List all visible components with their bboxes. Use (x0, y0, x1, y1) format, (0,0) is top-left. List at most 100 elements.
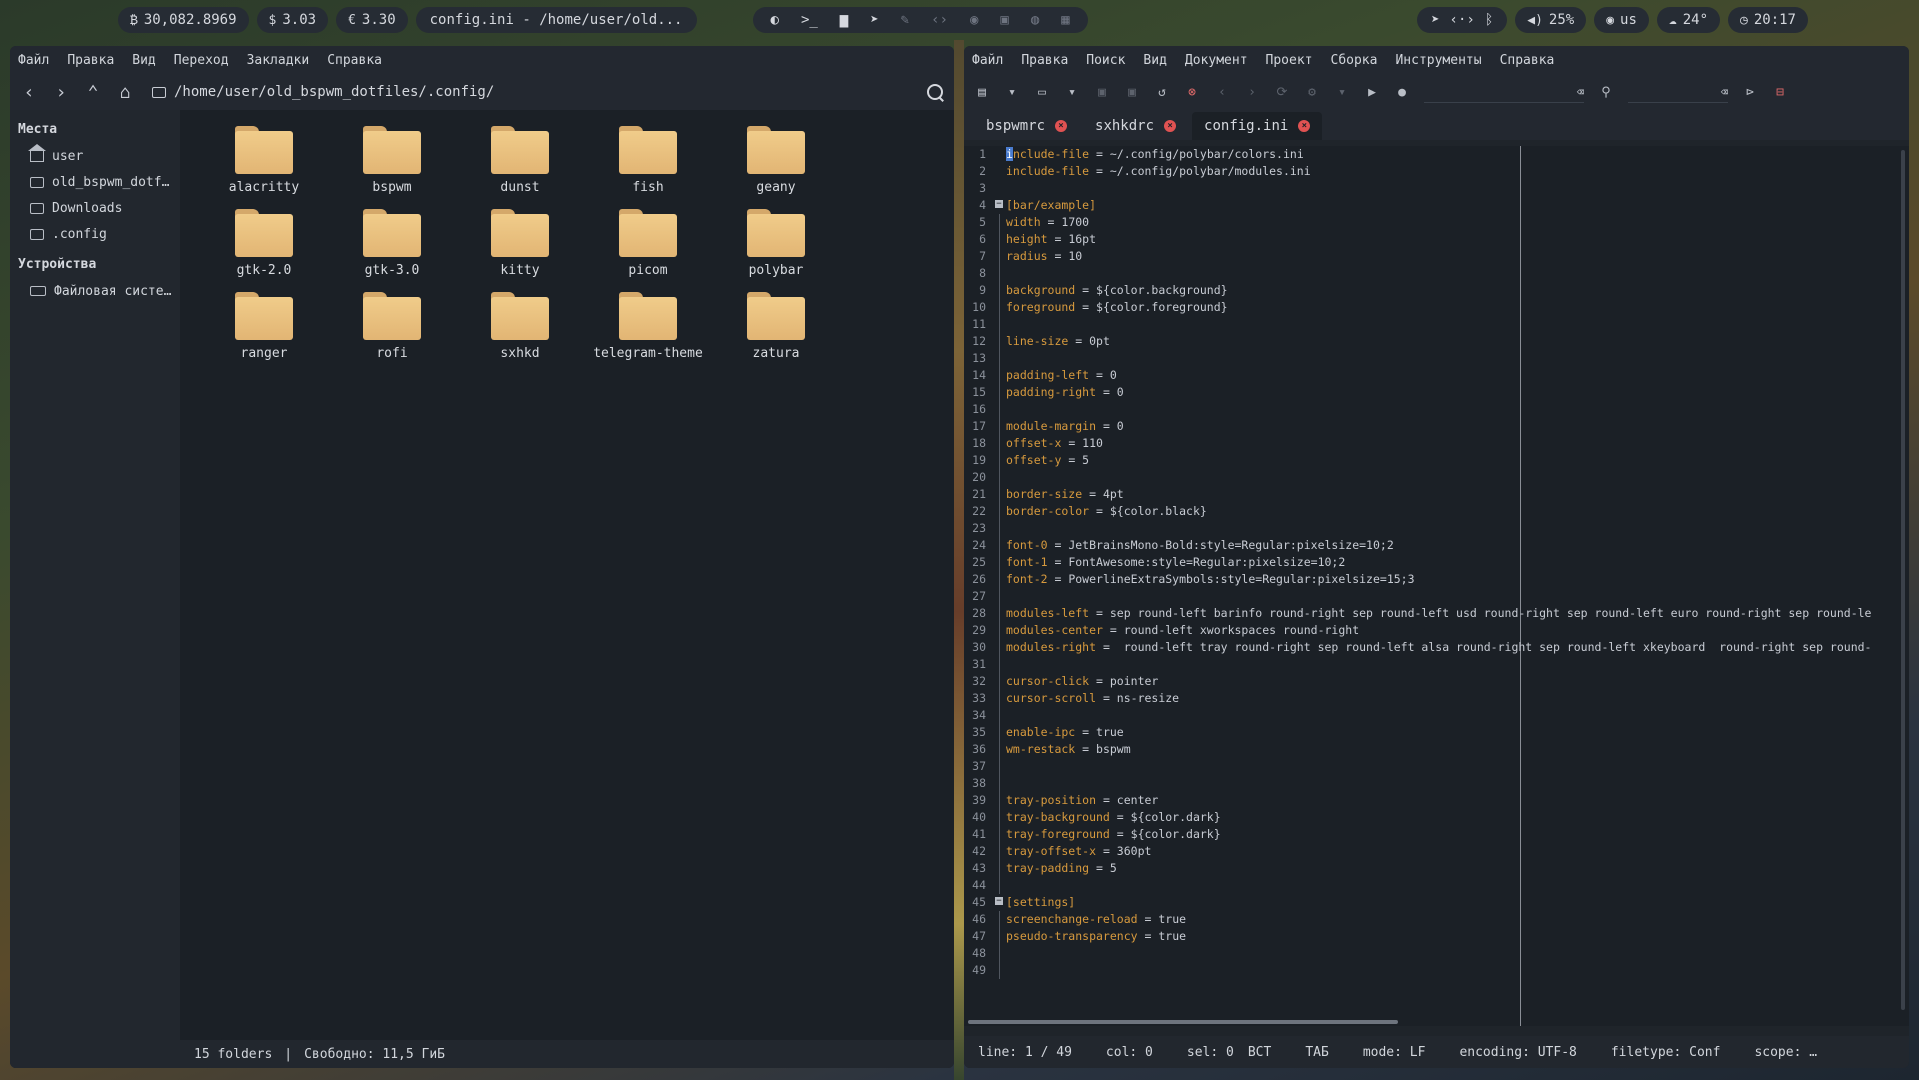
telegram-icon[interactable]: ➤ (870, 12, 878, 28)
eur-widget[interactable]: €3.30 (336, 7, 408, 33)
folder-item[interactable]: picom (584, 209, 712, 278)
run-icon[interactable]: ▶ (1364, 85, 1380, 100)
folder-item[interactable]: gtk-3.0 (328, 209, 456, 278)
github-icon[interactable]: ◉ (970, 12, 978, 28)
tab-sxhkdrc[interactable]: sxhkdrc × (1083, 112, 1188, 140)
fm-menu-file[interactable]: Файл (18, 53, 49, 68)
folder-item[interactable]: kitty (456, 209, 584, 278)
status-scope: scope: … (1754, 1044, 1818, 1060)
telegram-tray-icon[interactable]: ➤ (1431, 12, 1439, 28)
close-tab-icon[interactable]: × (1055, 120, 1068, 132)
ed-menu-project[interactable]: Проект (1266, 53, 1313, 68)
folder-item[interactable]: geany (712, 126, 840, 195)
ed-menu-search[interactable]: Поиск (1086, 53, 1125, 68)
build-icon[interactable]: ⚙ (1304, 85, 1320, 100)
folder-icon (491, 209, 549, 257)
weather-widget[interactable]: ☁ 24° (1656, 7, 1721, 33)
vertical-scrollbar[interactable] (1901, 150, 1905, 1010)
folder-item[interactable]: zatura (712, 292, 840, 361)
bluetooth-icon[interactable]: ᛒ (1485, 12, 1493, 28)
ed-menu-view[interactable]: Вид (1143, 53, 1166, 68)
folder-item[interactable]: dunst (456, 126, 584, 195)
app-icon[interactable]: ▣ (1000, 12, 1008, 28)
revert-icon[interactable]: ↺ (1154, 85, 1170, 100)
ed-menu-build[interactable]: Сборка (1331, 53, 1378, 68)
search-field[interactable]: ⌫ (1424, 81, 1584, 103)
back-icon[interactable]: ‹ (1214, 85, 1230, 100)
ed-menu-edit[interactable]: Правка (1021, 53, 1068, 68)
goto-line-field[interactable]: ⌫ (1628, 81, 1728, 103)
forward-icon[interactable]: › (52, 82, 70, 103)
code-area[interactable]: 1 include-file = ~/.config/polybar/colors… (964, 146, 1909, 1026)
folder-item[interactable]: sxhkd (456, 292, 584, 361)
location-bar[interactable]: /home/user/old_bspwm_dotfiles/.config/ (148, 78, 912, 106)
save-icon[interactable]: ▣ (1094, 85, 1110, 100)
folder-item[interactable]: polybar (712, 209, 840, 278)
save-all-icon[interactable]: ▣ (1124, 85, 1140, 100)
btc-widget[interactable]: ₿ 30,082.8969 (118, 7, 249, 33)
terminal-icon[interactable]: >_ (801, 12, 818, 28)
folder-item[interactable]: alacritty (200, 126, 328, 195)
window-title-text: config.ini - /home/user/old... (429, 12, 683, 28)
fm-menu-help[interactable]: Справка (327, 53, 382, 68)
sidebar-item-user[interactable]: user (10, 143, 180, 169)
clock-widget[interactable]: ◷ 20:17 (1728, 7, 1808, 33)
chevron-down-icon[interactable]: ▾ (1004, 85, 1020, 100)
chevron-down-icon[interactable]: ▾ (1064, 85, 1080, 100)
sidebar-item-filesystem[interactable]: Файловая систе… (10, 278, 180, 304)
jump-icon[interactable]: ⊳ (1742, 85, 1758, 100)
volume-widget[interactable]: ◀) 25% (1515, 7, 1587, 33)
ed-menu-tools[interactable]: Инструменты (1395, 53, 1481, 68)
close-icon[interactable]: ⊗ (1184, 85, 1200, 100)
fold-marker[interactable] (992, 894, 1006, 911)
search-icon[interactable] (926, 83, 944, 101)
fold-marker[interactable] (992, 197, 1006, 214)
home-icon[interactable]: ⌂ (116, 82, 134, 103)
folder-item[interactable]: fish (584, 126, 712, 195)
ed-menu-file[interactable]: Файл (972, 53, 1003, 68)
usd-widget[interactable]: $3.03 (256, 7, 329, 33)
sidebar-item-config[interactable]: .config (10, 221, 180, 247)
close-tab-icon[interactable]: × (1298, 120, 1311, 132)
code-icon[interactable]: ‹› (931, 12, 948, 28)
settings-icon[interactable]: ◍ (1031, 12, 1039, 28)
tab-bspwmrc[interactable]: bspwmrc × (974, 112, 1079, 140)
ed-menu-help[interactable]: Справка (1500, 53, 1555, 68)
network-icon[interactable]: ‹·› (1450, 12, 1475, 28)
keyboard-layout-widget[interactable]: ◉ us (1594, 7, 1649, 33)
fm-menu-edit[interactable]: Правка (67, 53, 114, 68)
folder-name: kitty (500, 263, 540, 278)
calculator-icon[interactable]: ▦ (1061, 12, 1069, 28)
folder-item[interactable]: gtk-2.0 (200, 209, 328, 278)
close-tab-icon[interactable]: × (1164, 120, 1177, 132)
folder-item[interactable]: rofi (328, 292, 456, 361)
fm-menu-go[interactable]: Переход (174, 53, 229, 68)
brush-icon[interactable]: ✎ (901, 12, 909, 28)
horizontal-scrollbar[interactable] (968, 1020, 1398, 1024)
clock-icon: ◷ (1740, 12, 1748, 28)
new-file-icon[interactable]: ▤ (974, 85, 990, 100)
open-folder-icon[interactable]: ▭ (1034, 85, 1050, 100)
search-icon[interactable]: ⚲ (1598, 85, 1614, 100)
forward-icon[interactable]: › (1244, 85, 1260, 100)
folder-item[interactable]: ranger (200, 292, 328, 361)
back-icon[interactable]: ‹ (20, 82, 38, 103)
quit-icon[interactable]: ⊟ (1772, 85, 1788, 100)
fm-menu-bookmarks[interactable]: Закладки (247, 53, 310, 68)
sidebar-item-downloads[interactable]: Downloads (10, 195, 180, 221)
compile-icon[interactable]: ⟳ (1274, 85, 1290, 100)
ed-menu-document[interactable]: Документ (1185, 53, 1248, 68)
clear-icon[interactable]: ⌫ (1721, 85, 1728, 99)
sidebar-item-dotfiles[interactable]: old_bspwm_dotf… (10, 169, 180, 195)
fm-menu-view[interactable]: Вид (132, 53, 155, 68)
chevron-down-icon[interactable]: ▾ (1334, 85, 1350, 100)
up-icon[interactable]: ⌃ (84, 82, 102, 103)
places-heading: Места (18, 122, 58, 137)
color-picker-icon[interactable]: ● (1394, 85, 1410, 100)
clear-icon[interactable]: ⌫ (1577, 85, 1584, 99)
firefox-icon[interactable]: ◐ (771, 12, 779, 28)
folder-icon[interactable]: ▆ (840, 12, 848, 28)
tab-config-ini[interactable]: config.ini × (1192, 112, 1323, 140)
folder-item[interactable]: bspwm (328, 126, 456, 195)
folder-item[interactable]: telegram-theme (584, 292, 712, 361)
